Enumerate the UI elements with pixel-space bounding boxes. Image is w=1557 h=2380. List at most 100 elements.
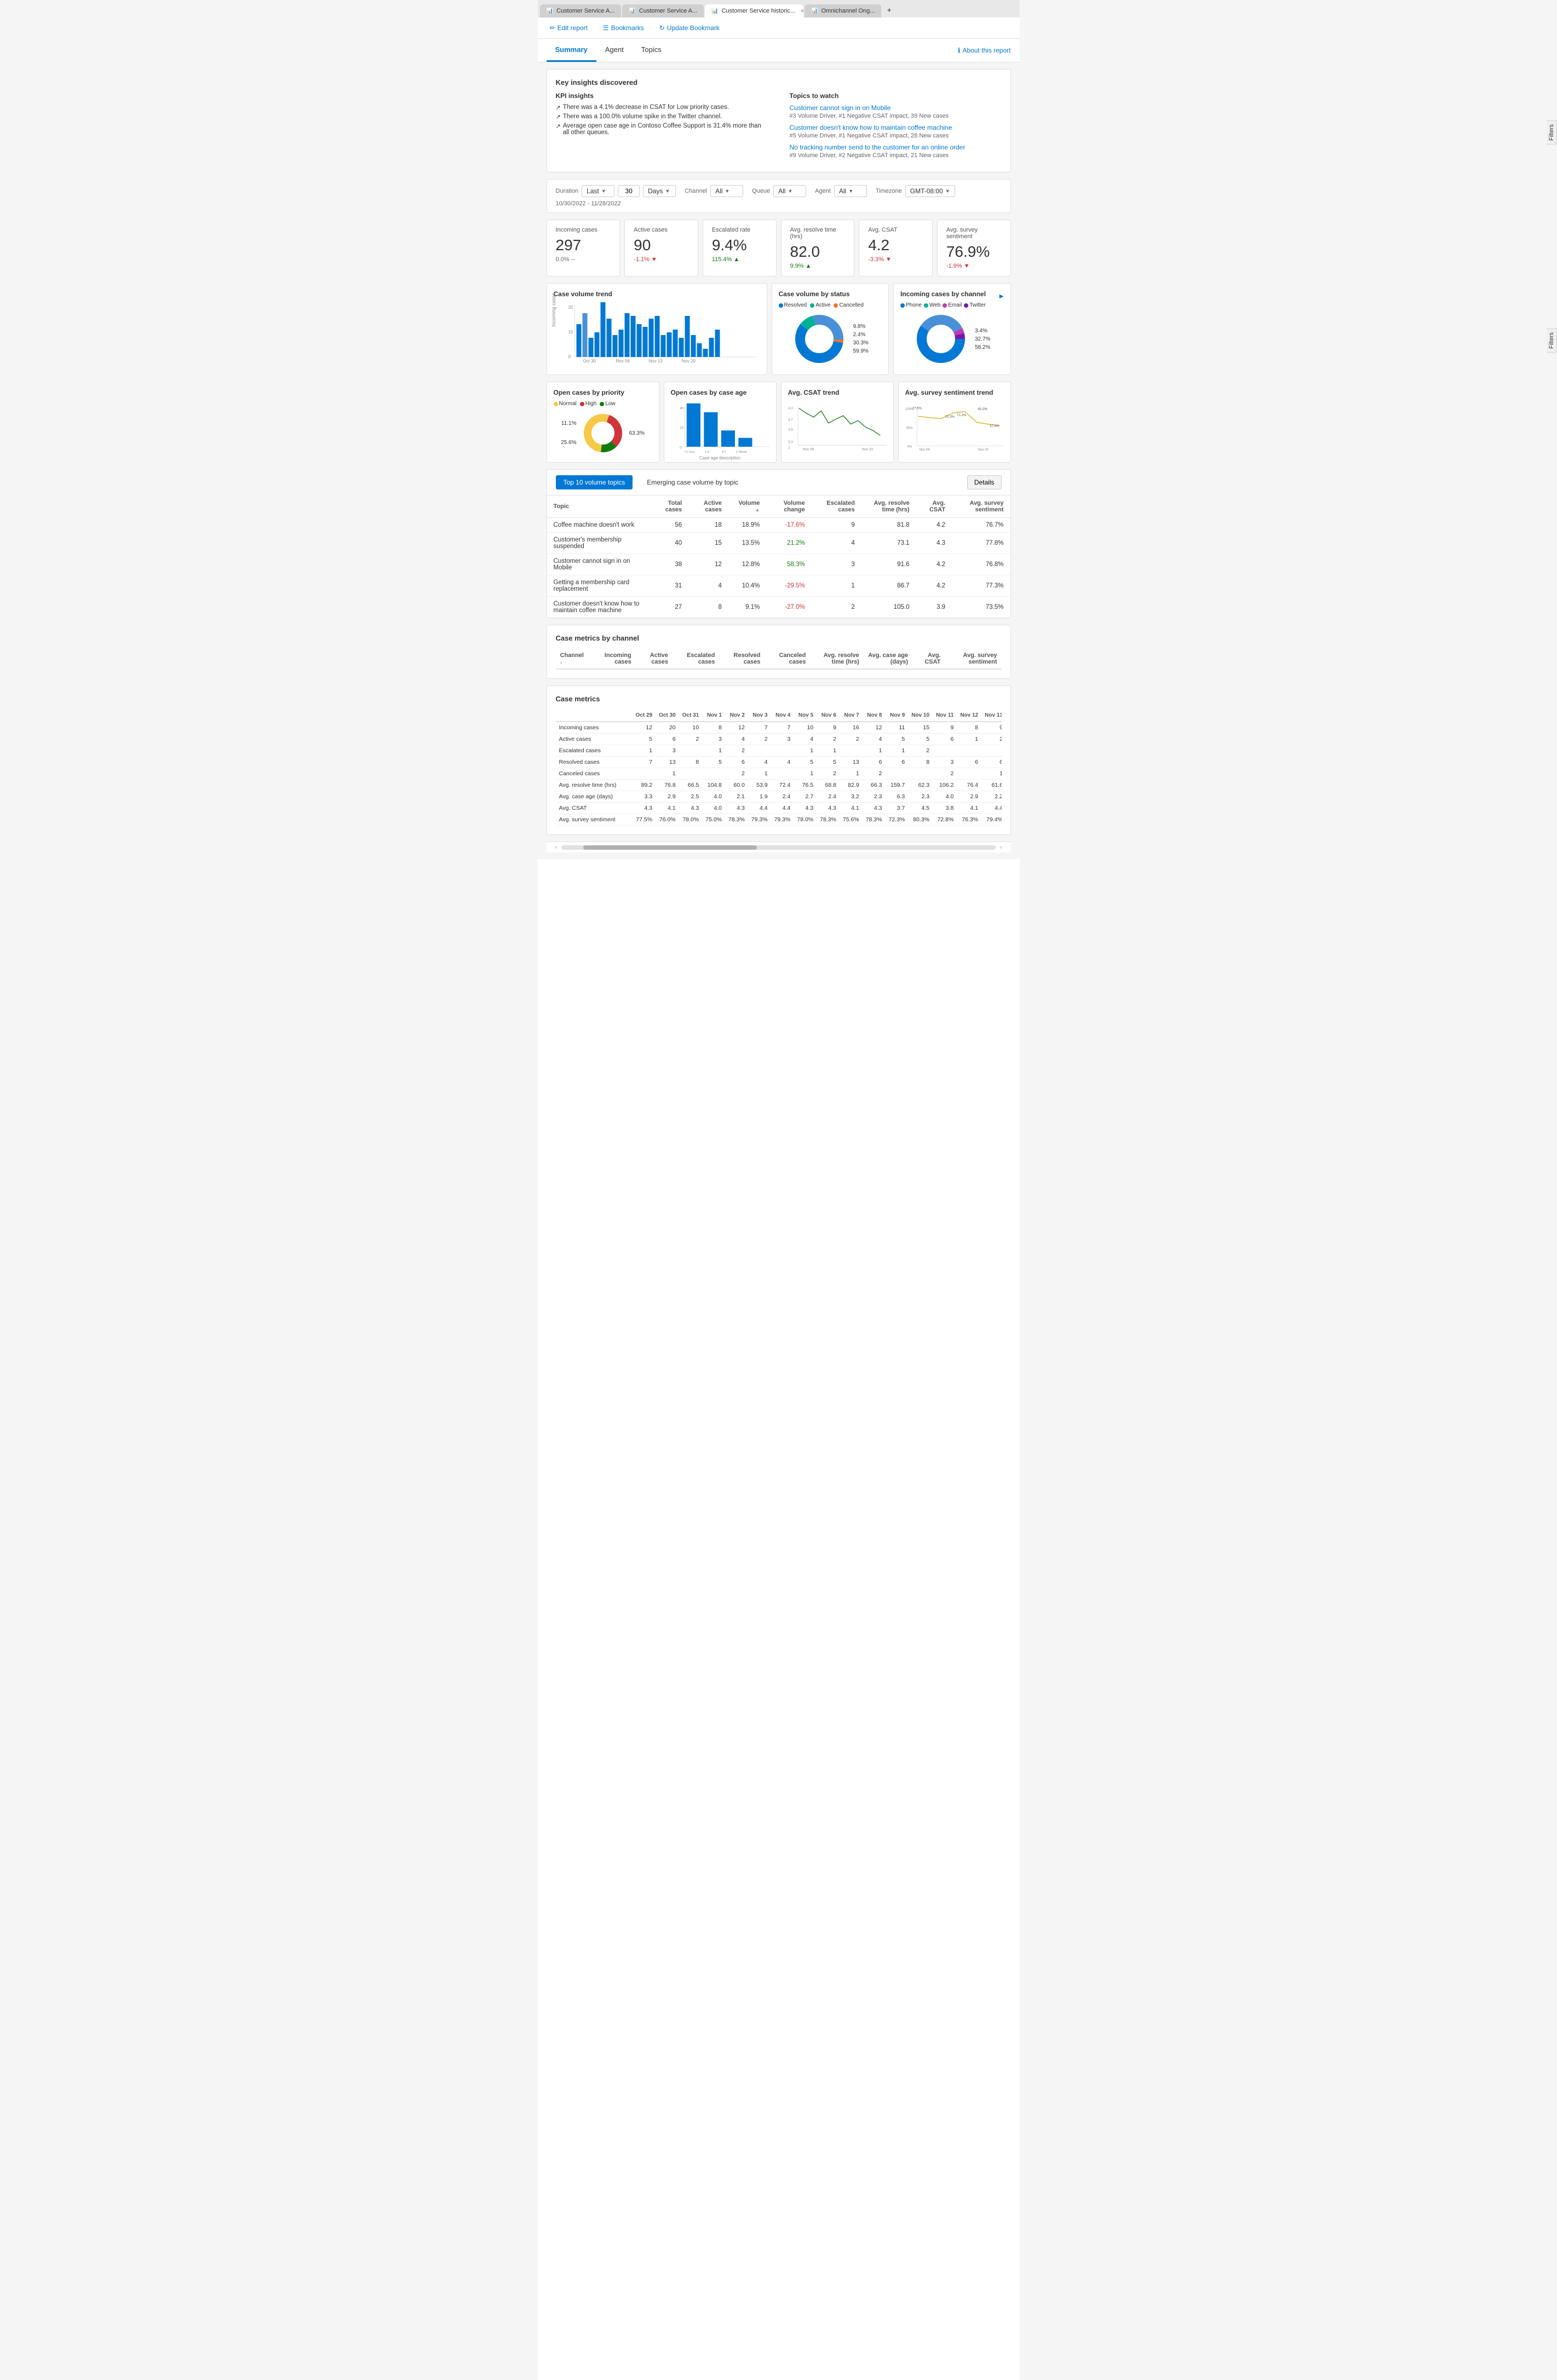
avg-survey-down-icon: ▼ <box>964 263 970 269</box>
cm-cell-2-8: 1 <box>817 745 840 757</box>
toolbar: ✏ Edit report ☰ Bookmarks ↻ Update Bookm… <box>538 18 1020 39</box>
svg-text:3.7: 3.7 <box>788 418 793 422</box>
cm-cell-6-2: 2.5 <box>679 791 703 803</box>
legend-low: Low <box>600 401 615 407</box>
scroll-right-arrow[interactable]: › <box>1000 844 1002 850</box>
cm-cell-6-11: 6.3 <box>885 791 908 803</box>
topics-cell-3-4: -29.5% <box>766 575 811 597</box>
filters-side-btn-bottom[interactable]: Filters <box>1547 329 1557 353</box>
cm-cell-7-5: 4.4 <box>748 803 771 814</box>
kpi-arrow-icon-1: ↗ <box>556 113 561 120</box>
filters-side-btn-top[interactable]: Filters <box>1547 120 1557 145</box>
tab-topics[interactable]: Topics <box>633 39 670 62</box>
topics-cell-3-6: 86.7 <box>861 575 916 597</box>
svg-text:Nov 06: Nov 06 <box>919 448 930 452</box>
channel-expand-icon[interactable]: ▶ <box>999 293 1004 299</box>
cm-cell-2-6 <box>771 745 794 757</box>
topic-desc-0: #3 Volume Driver, #1 Negative CSAT impac… <box>790 113 1002 119</box>
cm-cell-6-6: 2.4 <box>771 791 794 803</box>
bookmarks-button[interactable]: ☰ Bookmarks <box>600 22 647 34</box>
incoming-cases-delta: 0.0% -- <box>556 256 611 263</box>
tab-add-button[interactable]: + <box>882 2 895 18</box>
insights-title: Key insights discovered <box>556 78 1002 87</box>
cm-cell-5-12: 62.3 <box>908 780 933 791</box>
svg-text:71.0%: 71.0% <box>957 414 967 417</box>
browser-tab-1[interactable]: 📊 Customer Service A... <box>540 4 622 18</box>
duration-number-input[interactable] <box>618 185 640 197</box>
top-10-topics-button[interactable]: Top 10 volume topics <box>556 475 633 489</box>
scroll-left-arrow[interactable]: ‹ <box>555 844 557 850</box>
browser-tab-4[interactable]: 📊 Omnichannel Ong... <box>805 4 881 18</box>
browser-tab-3[interactable]: 📊 Customer Service historic... × <box>705 4 803 18</box>
topic-desc-2: #9 Volume Driver, #2 Negative CSAT impac… <box>790 152 1002 159</box>
agent-label: Agent <box>815 188 831 194</box>
about-link[interactable]: ℹ About this report <box>958 47 1011 54</box>
age-x-desc: Case age description <box>671 456 769 460</box>
topics-cell-2-5: 3 <box>812 554 861 575</box>
cm-date-col-15: Nov 13 <box>981 710 1001 722</box>
tab-summary[interactable]: Summary <box>547 39 596 62</box>
incoming-cases-card: Incoming cases 297 0.0% -- <box>547 220 620 276</box>
cm-cell-8-10: 78.3% <box>863 814 886 826</box>
topics-details-button[interactable]: Details <box>967 475 1002 489</box>
channel-table-header: Channel ↓ Incoming cases Active cases Es… <box>556 649 1002 669</box>
topics-cell-3-1: 31 <box>651 575 688 597</box>
avg-resolve-time-card: Avg. resolve time (hrs) 82.0 9.9% ▲ <box>781 220 855 276</box>
scrollbar-thumb[interactable] <box>583 845 757 850</box>
open-cases-age-card: Open cases by case age 40 20 0 <1 Day 1-… <box>664 382 777 463</box>
tab-agent[interactable]: Agent <box>596 39 633 62</box>
svg-text:1 Week: 1 Week <box>736 451 746 453</box>
timezone-select[interactable]: GMT-08:00 ▼ <box>905 185 955 197</box>
kpi-item-2: ↗ Average open case age in Contoso Coffe… <box>556 123 768 136</box>
case-volume-status-legend: Resolved Active Cancelled <box>779 302 882 308</box>
channel-select[interactable]: All ▼ <box>710 185 743 197</box>
cm-cell-7-14: 4.1 <box>957 803 981 814</box>
y-axis-label: Incoming cases <box>551 292 556 327</box>
duration-unit-select[interactable]: Days ▼ <box>643 185 676 197</box>
svg-text:Nov 13: Nov 13 <box>648 359 663 362</box>
filters-row: Duration Last ▼ Days ▼ Channel All <box>547 179 1011 213</box>
legend-dot-active <box>810 303 814 308</box>
case-metrics-header: Oct 29Oct 30Oct 31Nov 1Nov 2Nov 3Nov 4No… <box>556 710 1002 722</box>
cm-cell-1-4: 4 <box>725 734 748 745</box>
horizontal-scrollbar[interactable] <box>561 845 996 850</box>
legend-dot-web <box>924 303 928 308</box>
topic-link-0[interactable]: Customer cannot sign in on Mobile <box>790 104 1002 112</box>
cm-cell-5-5: 53.9 <box>748 780 771 791</box>
update-bookmark-label: Update Bookmark <box>667 24 720 32</box>
cm-cell-2-10: 1 <box>863 745 886 757</box>
topic-link-2[interactable]: No tracking number send to the customer … <box>790 143 1002 151</box>
topics-cell-1-0: Customer's membership suspended <box>547 533 652 554</box>
ch-col-incoming: Incoming cases <box>590 649 636 669</box>
emerging-topics-button[interactable]: Emerging case volume by topic <box>639 475 746 489</box>
update-bookmark-button[interactable]: ↻ Update Bookmark <box>656 22 723 34</box>
duration-select[interactable]: Last ▼ <box>582 185 614 197</box>
topic-link-1[interactable]: Customer doesn't know how to maintain co… <box>790 124 1002 131</box>
priority-donut-container: 11.1% 25.6% 63.3% <box>554 411 652 455</box>
cm-cell-3-15: 6 <box>981 757 1001 768</box>
tab-label-1: Customer Service A... <box>556 8 614 14</box>
tab-close-icon[interactable]: × <box>801 8 803 14</box>
cm-cell-4-3 <box>702 768 725 780</box>
browser-tab-2[interactable]: 📊 Customer Service A... <box>622 4 704 18</box>
kpi-item-1: ↗ There was a 100.0% volume spike in the… <box>556 113 768 120</box>
avg-survey-trend-card: Avg. survey sentiment trend 100% 50% 0% … <box>898 382 1011 463</box>
kpi-cards-row: Incoming cases 297 0.0% -- Active cases … <box>547 220 1011 276</box>
topics-table: Topic Total cases Active cases Volume ▲ … <box>547 495 1010 618</box>
queue-select[interactable]: All ▼ <box>773 185 806 197</box>
agent-select[interactable]: All ▼ <box>834 185 867 197</box>
cm-date-col-2: Oct 31 <box>679 710 703 722</box>
cm-cell-7-10: 4.3 <box>863 803 886 814</box>
avg-survey-delta: -1.9% ▼ <box>946 263 1002 269</box>
edit-report-button[interactable]: ✏ Edit report <box>547 22 591 34</box>
svg-text:10: 10 <box>568 330 573 335</box>
cm-date-col-13: Nov 11 <box>933 710 957 722</box>
legend-cancelled: Cancelled <box>834 302 863 308</box>
case-metrics-scroll[interactable]: Oct 29Oct 30Oct 31Nov 1Nov 2Nov 3Nov 4No… <box>556 710 1002 826</box>
col-escalated: Escalated cases <box>812 495 861 518</box>
topics-cell-1-8: 77.8% <box>952 533 1010 554</box>
cm-date-col-14: Nov 12 <box>957 710 981 722</box>
kpi-arrow-icon-0: ↗ <box>556 104 561 111</box>
cm-cell-0-14: 8 <box>957 722 981 734</box>
topics-cell-2-4: 58.3% <box>766 554 811 575</box>
